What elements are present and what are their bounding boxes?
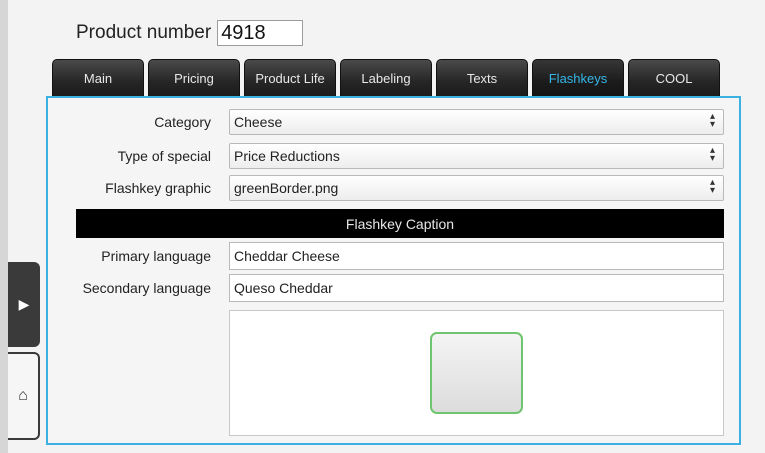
tab-cool[interactable]: COOL: [628, 59, 720, 96]
tab-labeling[interactable]: Labeling: [340, 59, 432, 96]
chevron-right-icon: ▶: [18, 296, 30, 312]
tab-texts[interactable]: Texts: [436, 59, 528, 96]
flashkey-graphic-label: Flashkey graphic: [105, 180, 211, 196]
category-select[interactable]: Cheese ▴ ▾: [229, 109, 724, 135]
secondary-language-label: Secondary language: [82, 280, 211, 296]
left-edge: [0, 0, 8, 453]
tab-main[interactable]: Main: [52, 59, 144, 96]
select-arrows-icon: ▴ ▾: [709, 177, 715, 196]
flashkey-preview: [229, 310, 724, 436]
category-value: Cheese: [234, 114, 283, 130]
flashkey-graphic-value: greenBorder.png: [234, 180, 339, 196]
product-number-row: Product number: [76, 18, 304, 48]
flashkey-caption-header: Flashkey Caption: [76, 209, 724, 238]
tab-pricing[interactable]: Pricing: [148, 59, 240, 96]
type-of-special-label: Type of special: [117, 148, 211, 164]
select-arrows-icon: ▴ ▾: [709, 145, 715, 164]
flashkey-graphic-select[interactable]: greenBorder.png ▴ ▾: [229, 175, 724, 201]
home-icon: ⌂: [18, 387, 28, 404]
product-number-label: Product number: [76, 22, 212, 43]
expand-panel-tab[interactable]: ▶: [8, 262, 40, 347]
product-number-input[interactable]: [217, 20, 304, 46]
type-of-special-value: Price Reductions: [234, 148, 340, 164]
tab-bar: Main Pricing Product Life Labeling Texts…: [52, 59, 724, 96]
secondary-language-input[interactable]: Queso Cheddar: [229, 274, 724, 302]
flashkey-preview-button[interactable]: [430, 332, 523, 414]
flashkeys-panel: Category Cheese ▴ ▾ Type of special Price…: [46, 96, 741, 445]
category-label: Category: [154, 114, 211, 130]
home-tab[interactable]: ⌂: [8, 352, 40, 440]
primary-language-label: Primary language: [101, 248, 211, 264]
select-arrows-icon: ▴ ▾: [709, 111, 715, 130]
tab-product-life[interactable]: Product Life: [244, 59, 336, 96]
type-of-special-select[interactable]: Price Reductions ▴ ▾: [229, 143, 724, 169]
primary-language-input[interactable]: Cheddar Cheese: [229, 242, 724, 270]
tab-flashkeys[interactable]: Flashkeys: [532, 59, 624, 96]
